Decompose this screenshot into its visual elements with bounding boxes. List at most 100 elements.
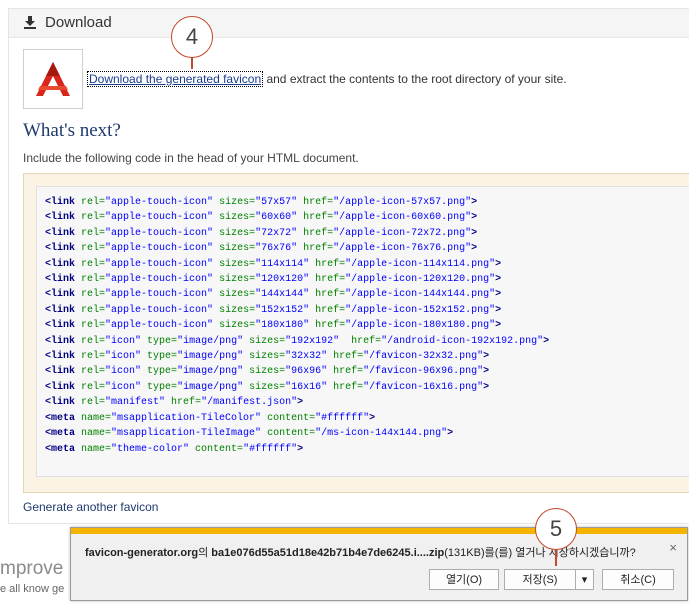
code-line: <link rel="apple-touch-icon" sizes="144x…	[45, 287, 689, 302]
code-token-tag: <link	[45, 274, 82, 286]
code-token-tag: >	[471, 227, 478, 239]
code-token-attr: rel=	[81, 258, 106, 270]
code-line: <meta name="msapplication-TileImage" con…	[45, 426, 689, 441]
code-token-tag: <link	[45, 381, 82, 393]
code-token-attr: rel=	[81, 366, 106, 378]
code-token-val: "image/png"	[177, 351, 250, 363]
code-token-attr: href=	[303, 243, 334, 255]
favicon-preview	[23, 49, 83, 109]
code-token-tag: >	[495, 289, 502, 301]
background-heading: mprove	[0, 558, 64, 579]
annotation-step-5: 5	[535, 508, 577, 550]
code-token-tag: >	[447, 428, 454, 440]
code-token-val: "image/png"	[177, 381, 250, 393]
code-token-val: "icon"	[105, 335, 148, 347]
code-token-tag: >	[471, 197, 478, 208]
code-token-val: "apple-touch-icon"	[105, 258, 220, 270]
code-token-val: "theme-color"	[111, 443, 196, 455]
code-token-tag: >	[483, 351, 490, 363]
code-token-val: "/android-icon-192x192.png"	[381, 335, 544, 347]
download-instruction-text: and extract the contents to the root dir…	[263, 72, 567, 86]
code-token-tag: <meta	[45, 443, 82, 455]
code-token-tag: <link	[45, 304, 82, 316]
code-token-attr: rel=	[81, 212, 106, 224]
code-token-val: "#ffffff"	[243, 443, 298, 455]
code-block[interactable]: <link rel="apple-touch-icon" sizes="57x5…	[36, 186, 689, 477]
code-token-tag: <link	[45, 320, 82, 332]
code-token-attr: sizes=	[219, 289, 256, 301]
code-token-val: "apple-touch-icon"	[105, 197, 220, 208]
code-token-val: "apple-touch-icon"	[105, 227, 220, 239]
code-token-attr: href=	[303, 197, 334, 208]
code-line: <link rel="icon" type="image/png" sizes=…	[45, 380, 689, 395]
code-token-val: "/apple-icon-180x180.png"	[345, 320, 496, 332]
code-token-tag: <link	[45, 212, 82, 224]
code-token-val: "144x144"	[255, 289, 316, 301]
code-token-val: "76x76"	[255, 243, 304, 255]
code-token-attr: href=	[315, 274, 346, 286]
code-line: <link rel="apple-touch-icon" sizes="114x…	[45, 257, 689, 272]
code-token-val: "114x114"	[255, 258, 316, 270]
download-icon	[24, 16, 36, 29]
code-token-tag: >	[483, 366, 490, 378]
code-token-val: "/favicon-32x32.png"	[363, 351, 484, 363]
code-token-tag: <link	[45, 258, 82, 270]
code-token-val: "apple-touch-icon"	[105, 289, 220, 301]
code-token-tag: <link	[45, 397, 82, 409]
download-notification-bar: favicon-generator.org의 ba1e076d55a51d18e…	[70, 527, 688, 601]
code-token-tag: <link	[45, 197, 82, 208]
code-token-attr: href=	[333, 351, 364, 363]
code-token-tag: >	[495, 258, 502, 270]
code-token-attr: content=	[195, 443, 244, 455]
code-token-attr: rel=	[81, 397, 106, 409]
download-msg-tail: (131KB)를(를) 열거나 저장하시겠습니까?	[444, 547, 636, 559]
code-token-attr: href=	[171, 397, 202, 409]
code-token-attr: rel=	[81, 335, 106, 347]
code-token-attr: rel=	[81, 243, 106, 255]
code-token-attr: sizes=	[249, 381, 286, 393]
code-token-val: "96x96"	[285, 366, 334, 378]
code-token-val: "#ffffff"	[315, 412, 370, 424]
generate-another-link[interactable]: Generate another favicon	[23, 500, 158, 514]
code-token-val: "192x192"	[285, 335, 352, 347]
code-token-attr: sizes=	[249, 351, 286, 363]
code-token-tag: <link	[45, 335, 82, 347]
code-token-attr: name=	[81, 428, 112, 440]
code-token-attr: rel=	[81, 351, 106, 363]
code-token-tag: <link	[45, 289, 82, 301]
code-token-val: "msapplication-TileImage"	[111, 428, 268, 440]
close-icon[interactable]: ×	[669, 540, 677, 555]
code-token-val: "72x72"	[255, 227, 304, 239]
code-token-attr: content=	[267, 412, 316, 424]
code-token-tag: >	[483, 381, 490, 393]
save-button[interactable]: 저장(S)	[504, 569, 576, 590]
code-token-attr: type=	[147, 366, 178, 378]
code-token-attr: content=	[267, 428, 316, 440]
code-token-tag: >	[471, 243, 478, 255]
code-token-val: "120x120"	[255, 274, 316, 286]
code-token-attr: href=	[303, 227, 334, 239]
code-token-attr: type=	[147, 351, 178, 363]
code-token-tag: >	[495, 274, 502, 286]
open-button[interactable]: 열기(O)	[429, 569, 499, 590]
code-token-tag: >	[369, 412, 376, 424]
code-token-val: "/apple-icon-72x72.png"	[333, 227, 472, 239]
cancel-button[interactable]: 취소(C)	[602, 569, 674, 590]
code-token-val: "icon"	[105, 381, 148, 393]
code-token-attr: href=	[315, 289, 346, 301]
code-token-tag: <link	[45, 366, 82, 378]
chevron-down-icon[interactable]: ▾	[576, 569, 594, 590]
code-token-val: "apple-touch-icon"	[105, 212, 220, 224]
code-token-tag: >	[297, 443, 304, 455]
code-token-val: "180x180"	[255, 320, 316, 332]
code-token-attr: sizes=	[219, 304, 256, 316]
code-token-attr: sizes=	[249, 335, 286, 347]
download-favicon-link[interactable]: Download the generated favicon	[87, 71, 264, 87]
code-line: <meta name="msapplication-TileColor" con…	[45, 411, 689, 426]
download-filename: ba1e076d55a51d18e42b71b4e7de6245.i....zi…	[211, 547, 445, 559]
code-token-val: "apple-touch-icon"	[105, 243, 220, 255]
code-token-attr: sizes=	[219, 258, 256, 270]
code-token-attr: href=	[315, 304, 346, 316]
panel-title: Download	[45, 14, 112, 31]
code-token-attr: rel=	[81, 381, 106, 393]
